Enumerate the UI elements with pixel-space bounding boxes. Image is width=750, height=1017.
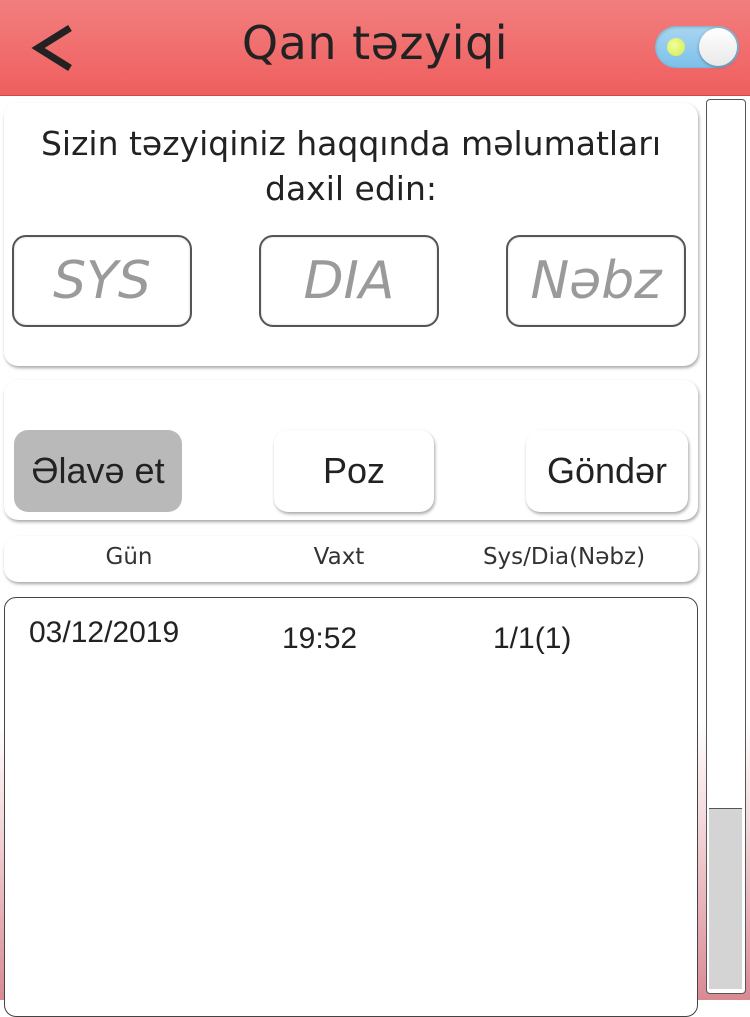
column-header-date: Gün: [105, 544, 153, 570]
send-button[interactable]: Göndər: [526, 430, 688, 512]
pulse-placeholder: Nəbz: [530, 251, 662, 311]
scrollbar-thumb[interactable]: [709, 808, 742, 989]
row-date: 03/12/2019: [29, 616, 180, 649]
sys-placeholder: SYS: [53, 251, 151, 311]
row-value: 1/1(1): [493, 622, 572, 655]
toggle-knob: [699, 28, 737, 66]
page-title: Qan təzyiqi: [241, 16, 509, 70]
table-header: Gün Vaxt Sys/Dia(Nəbz): [4, 536, 698, 582]
sys-input[interactable]: SYS: [12, 235, 192, 327]
delete-button[interactable]: Poz: [274, 430, 434, 512]
pulse-input[interactable]: Nəbz: [506, 235, 686, 327]
add-button[interactable]: Əlavə et: [14, 430, 182, 512]
column-header-value: Sys/Dia(Nəbz): [482, 544, 646, 570]
app-header: Qan təzyiqi: [0, 0, 750, 96]
table-row[interactable]: 03/12/2019 19:52 1/1(1): [5, 598, 697, 678]
intro-text: Sizin təzyiqiniz haqqında məlumatları da…: [40, 124, 662, 208]
toggle-switch[interactable]: [655, 26, 739, 68]
input-panel: Sizin təzyiqiniz haqqında məlumatları da…: [4, 103, 698, 366]
dia-placeholder: DIA: [303, 251, 395, 311]
column-header-time: Vaxt: [313, 544, 365, 570]
toggle-indicator-dot: [667, 38, 685, 56]
dia-input[interactable]: DIA: [259, 235, 439, 327]
scrollbar[interactable]: [706, 99, 746, 994]
actions-panel: Əlavə et Poz Göndər: [4, 380, 698, 520]
row-time: 19:52: [282, 622, 358, 655]
records-list: 03/12/2019 19:52 1/1(1): [4, 597, 698, 1017]
